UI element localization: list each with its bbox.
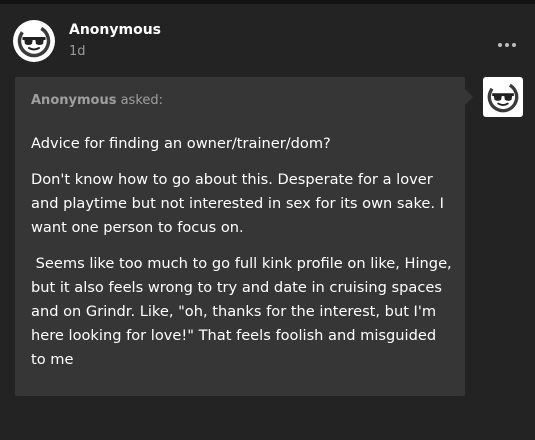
author-avatar[interactable] [13, 20, 55, 62]
ask-question: Advice for finding an owner/trainer/dom?… [31, 132, 453, 384]
card-top-edge [0, 0, 535, 4]
question-paragraph: Seems like too much to go full kink prof… [31, 255, 457, 368]
asker-name[interactable]: Anonymous [31, 93, 116, 108]
question-paragraph: Don't know how to go about this. Despera… [31, 171, 444, 236]
anonymous-sunglasses-avatar-icon [17, 24, 51, 58]
question-paragraph: Advice for finding an owner/trainer/dom? [31, 135, 331, 152]
ellipsis-horizontal-icon [497, 32, 518, 51]
anonymous-sunglasses-avatar-icon [486, 80, 520, 114]
asked-label: asked: [116, 93, 164, 108]
ask-bubble: Anonymous asked: Advice for finding an o… [15, 77, 465, 396]
post-card: Anonymous 1d Anonymous asked: Advice for… [0, 0, 535, 440]
asked-header: Anonymous asked: [31, 93, 163, 108]
more-options-button[interactable] [494, 31, 520, 51]
bubble-tail [465, 89, 473, 105]
author-name[interactable]: Anonymous [69, 22, 161, 38]
post-timestamp[interactable]: 1d [69, 44, 86, 59]
asker-avatar[interactable] [483, 77, 523, 117]
